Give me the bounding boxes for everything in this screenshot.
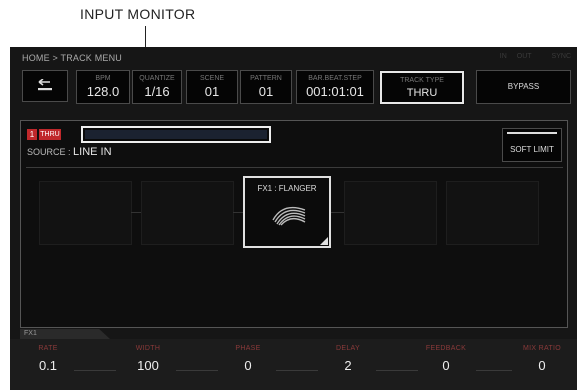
quantize-value: 1/16 — [144, 84, 170, 99]
param-mix-ratio[interactable]: MIX RATIO 0 — [512, 345, 572, 373]
param-separator — [376, 370, 418, 371]
quantize-label: QUANTIZE — [139, 75, 175, 82]
param-delay[interactable]: DELAY 2 — [318, 345, 378, 373]
fx-slot-empty[interactable] — [141, 181, 234, 245]
scene-value: 01 — [204, 84, 220, 99]
pattern-field[interactable]: PATTERN 01 — [240, 70, 292, 104]
device-screen: HOME > TRACK MENU IN OUT SYNC BPM 128.0 … — [10, 47, 577, 390]
status-indicators: IN OUT SYNC — [500, 53, 571, 60]
param-separator — [276, 370, 318, 371]
param-value: 0.1 — [38, 358, 58, 373]
input-level-bar — [85, 130, 267, 139]
bpm-field[interactable]: BPM 128.0 — [76, 70, 130, 104]
pattern-label: PATTERN — [250, 75, 282, 82]
bar-beat-step-value: 001:01:01 — [306, 84, 364, 99]
fx1-flanger-slot[interactable]: FX1 : FLANGER — [243, 176, 331, 248]
track-type-label: TRACK TYPE — [400, 77, 444, 84]
fx-slot-empty[interactable] — [39, 181, 132, 245]
slot-corner-marker — [320, 237, 328, 245]
bypass-button[interactable]: BYPASS — [476, 70, 571, 104]
status-sync: SYNC — [551, 53, 571, 60]
param-label: FEEDBACK — [425, 345, 467, 352]
status-in: IN — [499, 53, 507, 60]
pattern-value: 01 — [258, 84, 274, 99]
param-label: MIX RATIO — [523, 345, 561, 352]
slot-connector — [331, 212, 344, 213]
parameter-bar: RATE 0.1 WIDTH 100 PHASE 0 DELAY 2 FEEDB… — [10, 339, 577, 390]
param-label: RATE — [38, 345, 58, 352]
soft-limit-button[interactable]: SOFT LIMIT — [502, 128, 562, 162]
status-out: OUT — [516, 53, 532, 60]
param-label: WIDTH — [135, 345, 161, 352]
param-value: 0 — [442, 358, 450, 373]
slot-connector — [233, 212, 243, 213]
param-label: DELAY — [336, 345, 360, 352]
scene-field[interactable]: SCENE 01 — [186, 70, 238, 104]
param-phase[interactable]: PHASE 0 — [218, 345, 278, 373]
bar-beat-step-label: BAR.BEAT.STEP — [308, 75, 362, 82]
back-arrow-icon — [38, 79, 52, 91]
panel-divider — [26, 167, 563, 168]
scene-label: SCENE — [199, 75, 225, 82]
input-monitor-meter — [81, 126, 271, 143]
fx1-tab[interactable]: FX1 — [20, 329, 110, 339]
fx-slot-empty[interactable] — [446, 181, 539, 245]
track-type-badge: THRU — [39, 129, 61, 140]
track-number-badge: 1 — [27, 129, 37, 140]
param-label: PHASE — [235, 345, 261, 352]
fx-slot-empty[interactable] — [344, 181, 437, 245]
source-value[interactable]: LINE IN — [73, 146, 112, 158]
param-value: 2 — [344, 358, 352, 373]
slot-connector — [131, 212, 141, 213]
param-width[interactable]: WIDTH 100 — [118, 345, 178, 373]
soft-limit-label: SOFT LIMIT — [510, 145, 554, 154]
fx-slot-title: FX1 : FLANGER — [257, 184, 317, 193]
input-monitor-callout: INPUT MONITOR — [80, 6, 196, 22]
param-separator — [176, 370, 218, 371]
soft-limit-indicator — [507, 132, 557, 134]
param-separator — [476, 370, 512, 371]
back-button[interactable] — [22, 70, 68, 102]
bpm-value: 128.0 — [86, 84, 120, 99]
param-separator — [74, 370, 116, 371]
param-feedback[interactable]: FEEDBACK 0 — [416, 345, 476, 373]
bpm-label: BPM — [95, 75, 111, 82]
param-value: 100 — [137, 358, 159, 373]
bar-beat-step-field[interactable]: BAR.BEAT.STEP 001:01:01 — [296, 70, 374, 104]
quantize-field[interactable]: QUANTIZE 1/16 — [132, 70, 182, 104]
track-type-button[interactable]: TRACK TYPE THRU — [379, 70, 465, 105]
breadcrumb: HOME > TRACK MENU — [22, 53, 122, 63]
param-rate[interactable]: RATE 0.1 — [18, 345, 78, 373]
flanger-wave-icon — [272, 206, 306, 226]
param-value: 0 — [244, 358, 252, 373]
param-value: 0 — [538, 358, 546, 373]
track-panel: 1 THRU SOURCE : LINE IN SOFT LIMIT FX1 :… — [20, 120, 568, 328]
source-row: SOURCE : LINE IN — [27, 146, 112, 158]
source-label: SOURCE : — [27, 147, 71, 157]
track-type-value: THRU — [406, 87, 438, 99]
